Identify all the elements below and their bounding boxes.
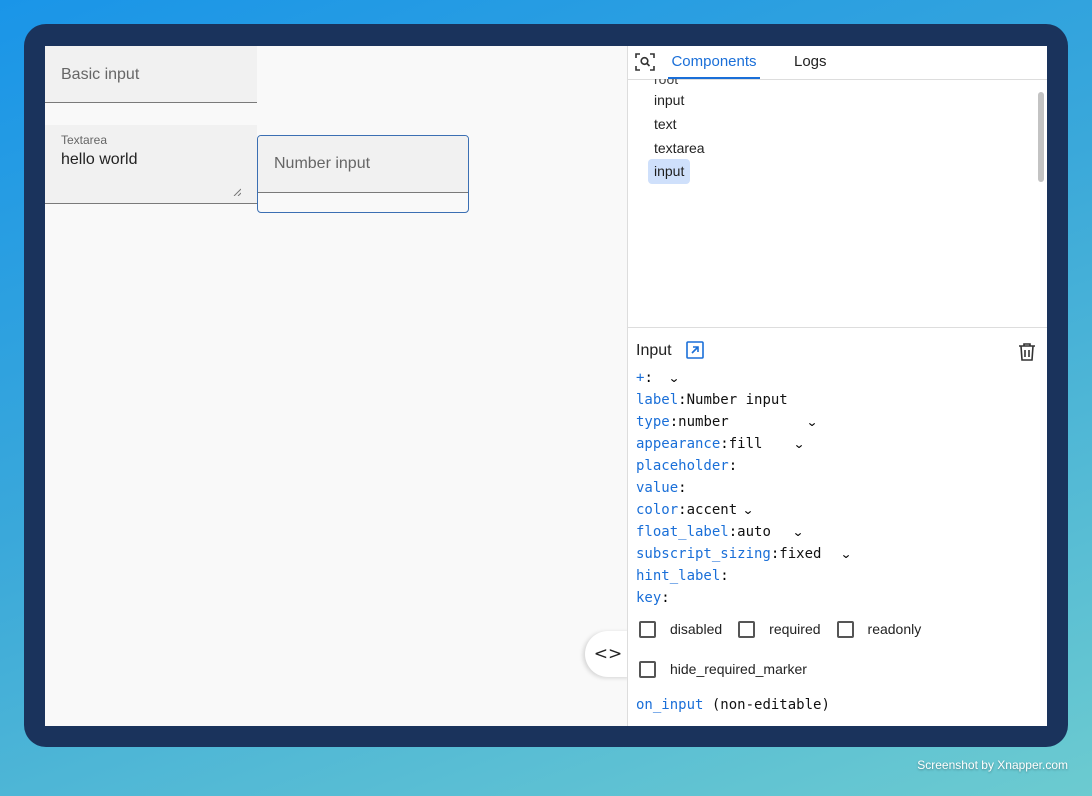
prop-key: value bbox=[636, 480, 679, 496]
prop-key: float_label bbox=[636, 524, 729, 540]
textarea-value: hello world bbox=[61, 151, 138, 168]
tree-scrollbar[interactable] bbox=[1038, 92, 1044, 182]
screenshot-credit: Screenshot by Xnapper.com bbox=[917, 758, 1068, 772]
prop-row-label[interactable]: label:Number input bbox=[636, 392, 788, 408]
prop-key: subscript_sizing bbox=[636, 546, 771, 562]
prop-value[interactable]: fill bbox=[729, 436, 763, 452]
basic-input-field[interactable]: Basic input bbox=[45, 46, 257, 103]
inspector-panel: Components Logs root input text textarea… bbox=[627, 46, 1047, 726]
readonly-checkbox[interactable] bbox=[836, 620, 854, 638]
chevron-down-icon[interactable]: ⌄ bbox=[793, 437, 805, 451]
tab-components[interactable]: Components bbox=[668, 53, 760, 79]
prop-row-color[interactable]: color:accent ⌄ bbox=[636, 502, 754, 518]
disabled-checkbox[interactable] bbox=[639, 620, 656, 638]
prop-row-hint-label[interactable]: hint_label: bbox=[636, 568, 729, 584]
prop-row-placeholder[interactable]: placeholder: bbox=[636, 458, 737, 474]
prop-row-float-label[interactable]: float_label:auto ⌄ bbox=[636, 524, 804, 540]
prop-value[interactable]: auto bbox=[737, 524, 771, 540]
resize-grip-icon[interactable] bbox=[233, 188, 241, 196]
prop-colon: : bbox=[678, 392, 687, 408]
tree-item-input-selected[interactable]: input bbox=[648, 159, 691, 184]
required-checkbox[interactable] bbox=[738, 620, 756, 638]
prop-key: hint_label bbox=[636, 568, 721, 584]
component-tree: root input text textarea input bbox=[628, 79, 1047, 327]
number-input-label: Number input bbox=[274, 155, 371, 172]
disabled-label: disabled bbox=[670, 621, 723, 638]
delete-icon[interactable] bbox=[1018, 342, 1036, 362]
textarea-label: Textarea bbox=[61, 133, 108, 147]
code-toggle-button[interactable]: <> bbox=[585, 631, 631, 677]
prop-colon: : bbox=[661, 590, 670, 606]
on-input-event: on_input (non-editable) bbox=[636, 697, 830, 713]
prop-row-subscript-sizing[interactable]: subscript_sizing:fixed ⌄ bbox=[636, 546, 853, 562]
event-key: on_input bbox=[636, 697, 704, 713]
prop-key: color bbox=[636, 502, 679, 518]
tree-item-input[interactable]: input bbox=[654, 92, 684, 108]
prop-colon: : bbox=[720, 568, 729, 584]
inspect-icon[interactable] bbox=[635, 52, 655, 72]
tab-bar: Components Logs bbox=[628, 46, 1047, 80]
prop-key: key bbox=[636, 590, 662, 606]
chevron-down-icon[interactable]: ⌄ bbox=[668, 371, 680, 385]
prop-colon: : bbox=[728, 524, 738, 540]
tree-item-text[interactable]: text bbox=[654, 116, 677, 132]
tree-item-textarea[interactable]: textarea bbox=[654, 140, 705, 156]
number-input-field[interactable]: Number input bbox=[257, 135, 469, 213]
properties-section: Input +: ⌄ label:Number input type:number ⌄ a… bbox=[628, 328, 1047, 726]
prop-row-value[interactable]: value: bbox=[636, 480, 687, 496]
hide-required-marker-checkbox[interactable] bbox=[639, 660, 656, 678]
prop-key: type bbox=[636, 414, 670, 430]
app-window: Basic input Textarea hello world Number … bbox=[45, 46, 1047, 726]
preview-canvas: Basic input Textarea hello world Number … bbox=[45, 46, 631, 726]
chevron-down-icon[interactable]: ⌄ bbox=[742, 503, 754, 517]
number-input-fill: Number input bbox=[258, 136, 468, 193]
chevron-down-icon[interactable]: ⌄ bbox=[792, 525, 804, 539]
tab-logs[interactable]: Logs bbox=[794, 53, 827, 70]
prop-value[interactable]: number bbox=[678, 414, 729, 430]
prop-colon: : bbox=[678, 480, 687, 496]
checkbox-row-2: hide_required_marker bbox=[639, 660, 823, 678]
prop-colon: : bbox=[728, 458, 738, 474]
prop-colon: : bbox=[669, 414, 679, 430]
prop-value[interactable]: accent bbox=[687, 502, 738, 518]
hide-required-marker-label: hide_required_marker bbox=[670, 661, 807, 678]
properties-title: Input bbox=[636, 342, 672, 359]
readonly-label: readonly bbox=[867, 621, 922, 638]
required-label: required bbox=[769, 621, 821, 638]
basic-input-label: Basic input bbox=[61, 66, 140, 83]
textarea-field[interactable]: Textarea hello world bbox=[45, 125, 257, 204]
checkbox-row-1: disabled required readonly bbox=[639, 620, 937, 638]
prop-row-key[interactable]: key: bbox=[636, 590, 670, 606]
prop-colon: : bbox=[644, 370, 653, 386]
prop-colon: : bbox=[720, 436, 729, 452]
open-source-icon[interactable] bbox=[685, 340, 705, 360]
prop-key: placeholder bbox=[636, 458, 729, 474]
chevron-down-icon[interactable]: ⌄ bbox=[840, 547, 852, 561]
tree-item-root[interactable]: root bbox=[654, 79, 678, 87]
chevron-down-icon[interactable]: ⌄ bbox=[806, 415, 818, 429]
prop-key: appearance bbox=[636, 436, 721, 452]
prop-colon: : bbox=[678, 502, 687, 518]
prop-value[interactable]: Number input bbox=[687, 392, 788, 408]
prop-row-appearance[interactable]: appearance:fill ⌄ bbox=[636, 436, 806, 452]
prop-row-type[interactable]: type:number ⌄ bbox=[636, 414, 818, 430]
prop-key: label bbox=[636, 392, 679, 408]
prop-value[interactable]: fixed bbox=[779, 546, 821, 562]
prop-row-add[interactable]: +: ⌄ bbox=[636, 370, 680, 386]
event-note: (non-editable) bbox=[711, 697, 830, 713]
